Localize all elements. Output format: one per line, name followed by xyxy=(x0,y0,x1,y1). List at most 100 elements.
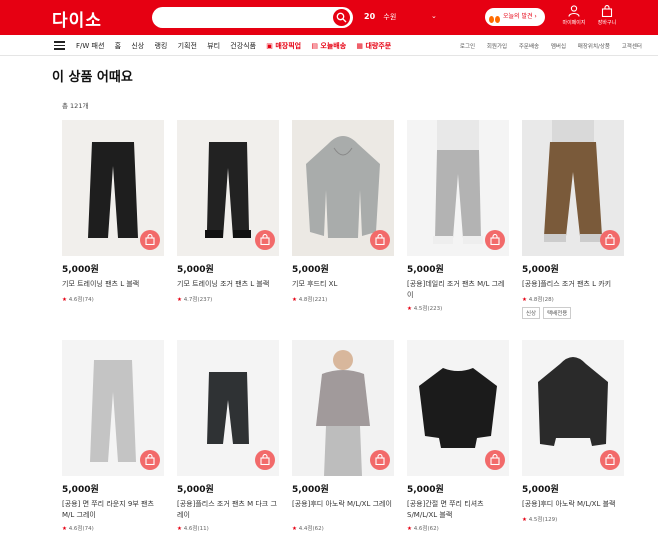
nav-home[interactable]: 홈 xyxy=(115,42,121,50)
cart-button[interactable]: 장바구니 xyxy=(592,5,622,26)
rating-text: 4.4점(62) xyxy=(298,526,324,532)
rating-text: 4.6점(62) xyxy=(413,526,439,532)
store-location-link[interactable]: 매장위치/상품 xyxy=(578,44,610,50)
product-rating: ★ 4.5점(129) xyxy=(522,515,557,523)
product-image[interactable] xyxy=(407,120,509,256)
nav-fw-fashion[interactable]: F/W 패션 xyxy=(76,42,104,50)
bag-icon xyxy=(605,234,615,245)
add-to-cart-button[interactable] xyxy=(485,450,505,470)
product-image[interactable] xyxy=(62,120,164,256)
product-name[interactable]: [공용]후디 아노락 M/L/XL 그레이 xyxy=(292,499,394,510)
nav-today-delivery[interactable]: ▤ 오늘배송 xyxy=(311,42,346,50)
product-image[interactable] xyxy=(177,340,279,476)
chevron-down-icon[interactable]: ⌄ xyxy=(431,12,437,20)
bag-icon xyxy=(490,454,500,465)
add-to-cart-button[interactable] xyxy=(255,450,275,470)
product-name[interactable]: 기모 트레이닝 조거 팬츠 L 블랙 xyxy=(177,279,279,290)
product-rating: ★ 4.5점(223) xyxy=(407,304,442,312)
nav-new[interactable]: 신상 xyxy=(131,42,144,50)
product-image[interactable] xyxy=(292,120,394,256)
add-to-cart-button[interactable] xyxy=(140,450,160,470)
add-to-cart-button[interactable] xyxy=(600,230,620,250)
product-image[interactable] xyxy=(522,120,624,256)
product-price: 5,000원 xyxy=(292,265,329,275)
product-image[interactable] xyxy=(522,340,624,476)
add-to-cart-button[interactable] xyxy=(255,230,275,250)
product-price: 5,000원 xyxy=(177,485,214,495)
category-nav: F/W 패션 홈 신상 랭킹 기획전 뷰티 건강식품 ▣ 매장픽업 ▤ 오늘배송… xyxy=(0,35,658,56)
product-name[interactable]: [공용]간절 면 쭈리 티셔츠 S/M/L/XL 블랙 xyxy=(407,499,509,521)
product-price: 5,000원 xyxy=(62,485,99,495)
login-link[interactable]: 로그인 xyxy=(460,44,475,50)
menu-icon[interactable] xyxy=(54,41,65,50)
membership-link[interactable]: 멤버십 xyxy=(551,44,566,50)
star-icon: ★ xyxy=(522,517,527,523)
bag-icon xyxy=(490,234,500,245)
nav-bulk-order[interactable]: ▦ 대량주문 xyxy=(356,42,391,50)
promo-label: 오늘의 발견 xyxy=(503,13,533,20)
bag-icon xyxy=(375,234,385,245)
product-tag: 택배전용 xyxy=(543,307,572,319)
rating-text: 4.5점(223) xyxy=(413,306,443,312)
product-name[interactable]: [공용]플리스 조거 팬츠 L 카키 xyxy=(522,279,624,290)
product-name[interactable]: 기모 트레이닝 팬츠 L 블랙 xyxy=(62,279,164,290)
add-to-cart-button[interactable] xyxy=(600,450,620,470)
weather-widget[interactable]: 20 수원 xyxy=(364,12,396,22)
promo-button[interactable]: 오늘의 발견 › xyxy=(485,8,545,26)
product-image[interactable] xyxy=(407,340,509,476)
product-name[interactable]: [공용]플리스 조거 팬츠 M 다크 그레이 xyxy=(177,499,279,521)
add-to-cart-button[interactable] xyxy=(370,450,390,470)
product-image[interactable] xyxy=(292,340,394,476)
weather-location: 수원 xyxy=(383,13,397,21)
star-icon: ★ xyxy=(62,297,67,303)
weather-temp: 20 xyxy=(364,12,376,21)
order-tracking-link[interactable]: 주문배송 xyxy=(519,44,539,50)
bag-icon xyxy=(375,454,385,465)
product-price: 5,000원 xyxy=(522,485,559,495)
star-icon: ★ xyxy=(177,297,182,303)
nav-store-pickup-label: 매장픽업 xyxy=(275,42,302,50)
product-price: 5,000원 xyxy=(522,265,559,275)
nav-ranking[interactable]: 랭킹 xyxy=(154,42,167,50)
product-rating: ★ 4.6점(74) xyxy=(62,524,94,532)
star-icon: ★ xyxy=(407,526,412,532)
product-price: 5,000원 xyxy=(62,265,99,275)
nav-store-pickup[interactable]: ▣ 매장픽업 xyxy=(266,42,301,50)
search-bar[interactable] xyxy=(152,7,353,31)
add-to-cart-button[interactable] xyxy=(485,230,505,250)
rating-text: 4.6점(74) xyxy=(68,526,94,532)
section-title: 이 상품 어때요 xyxy=(52,70,133,85)
top-header: 다이소 20 수원 ⌄ 오늘의 발견 › 마이페이지 장바구니 xyxy=(0,0,658,35)
star-icon: ★ xyxy=(292,526,297,532)
eyes-icon xyxy=(489,13,501,23)
product-rating: ★ 4.6점(62) xyxy=(407,524,439,532)
daiso-logo[interactable]: 다이소 xyxy=(52,6,102,31)
add-to-cart-button[interactable] xyxy=(370,230,390,250)
rating-text: 4.6점(11) xyxy=(183,526,209,532)
product-rating: ★ 4.4점(62) xyxy=(292,524,324,532)
product-name[interactable]: [공용]데일리 조거 팬츠 M/L 그레이 xyxy=(407,279,509,301)
mypage-button[interactable]: 마이페이지 xyxy=(559,5,589,26)
user-icon xyxy=(568,5,580,17)
bag-icon xyxy=(605,454,615,465)
customer-center-link[interactable]: 고객센터 xyxy=(622,44,642,50)
cart-label: 장바구니 xyxy=(597,20,617,26)
product-count: 총 121개 xyxy=(62,102,89,110)
bag-icon xyxy=(260,454,270,465)
product-name[interactable]: [공용] 면 쭈리 라운지 9부 팬츠 M/L 그레이 xyxy=(62,499,164,521)
product-name[interactable]: [공용]후디 아노락 M/L/XL 블랙 xyxy=(522,499,624,510)
search-button[interactable] xyxy=(333,9,350,26)
bag-icon xyxy=(145,234,155,245)
nav-health-food[interactable]: 건강식품 xyxy=(230,42,256,50)
search-input[interactable] xyxy=(160,10,330,31)
nav-promotion[interactable]: 기획전 xyxy=(178,42,197,50)
mypage-label: 마이페이지 xyxy=(562,20,586,26)
product-image[interactable] xyxy=(177,120,279,256)
nav-beauty[interactable]: 뷰티 xyxy=(207,42,220,50)
product-image[interactable] xyxy=(62,340,164,476)
rating-text: 4.6점(74) xyxy=(68,297,94,303)
product-name[interactable]: 기모 후드티 XL xyxy=(292,279,394,290)
add-to-cart-button[interactable] xyxy=(140,230,160,250)
product-price: 5,000원 xyxy=(292,485,329,495)
signup-link[interactable]: 회원가입 xyxy=(487,44,507,50)
